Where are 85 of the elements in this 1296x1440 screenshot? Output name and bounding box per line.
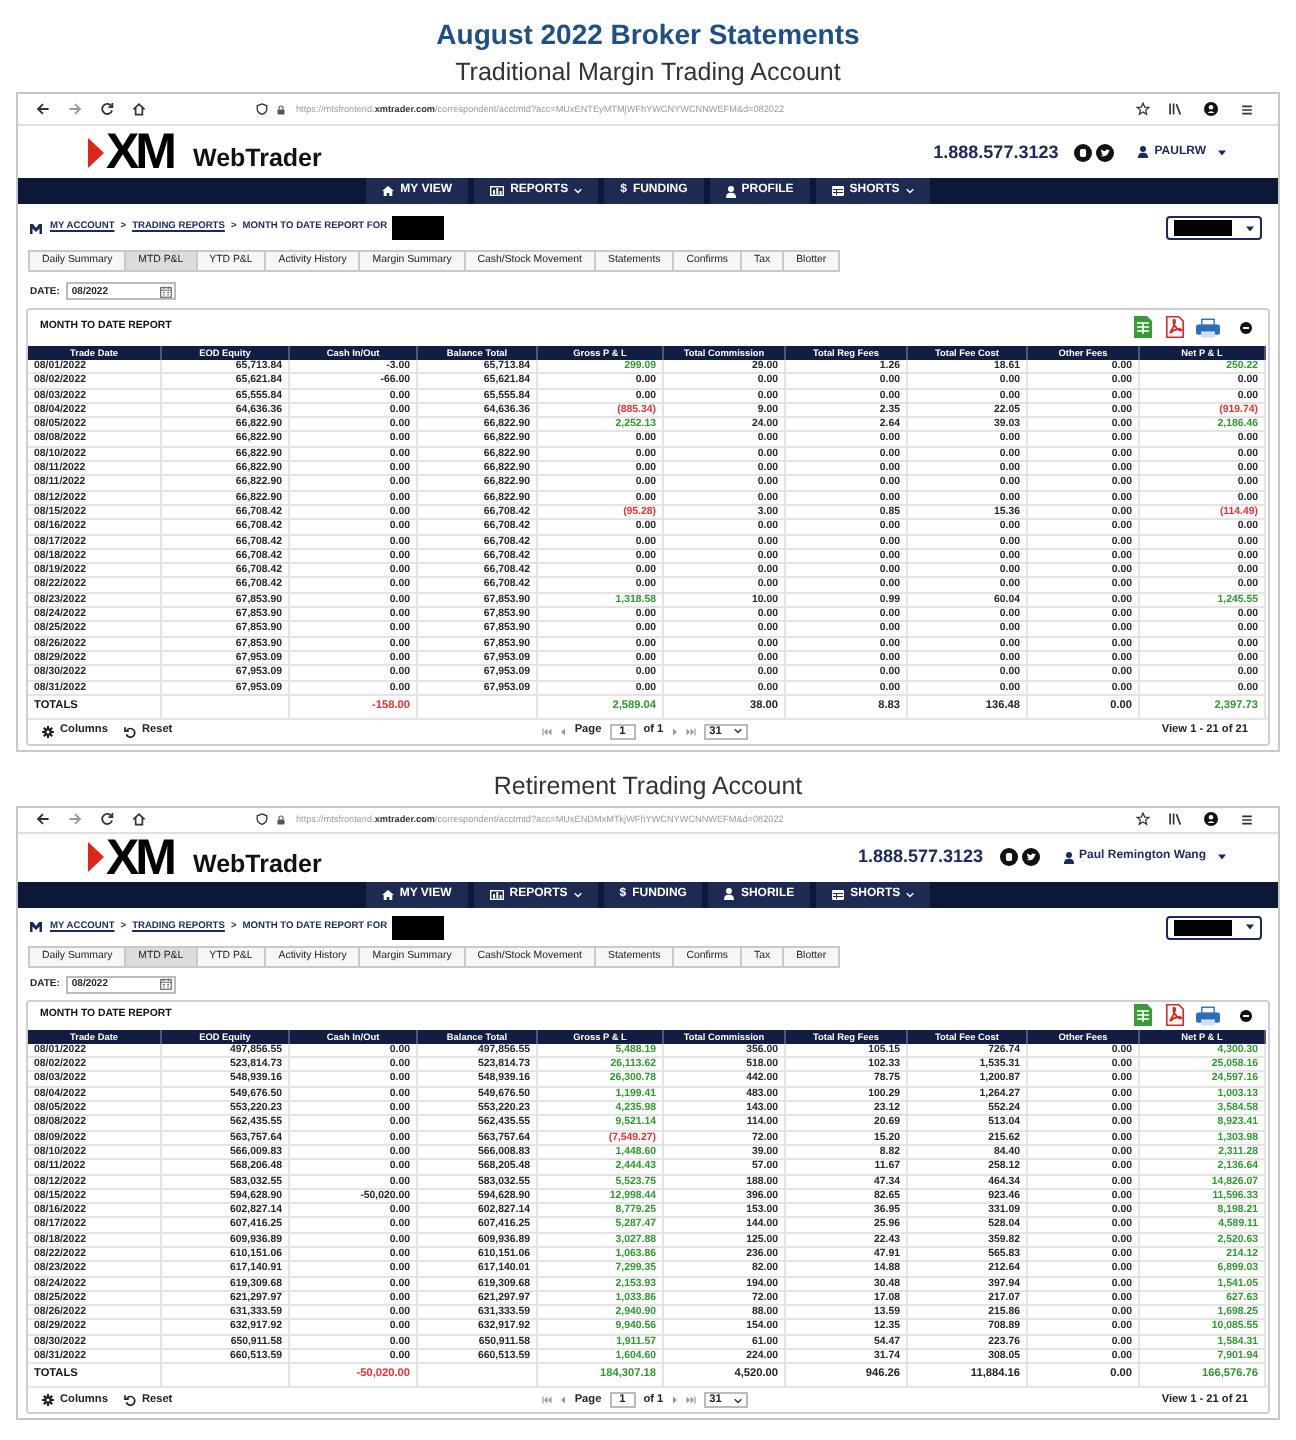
shield-icon [256,102,268,116]
forward-arrow-icon[interactable] [68,102,82,116]
circle-icon[interactable] [1074,143,1093,161]
caret-icon [905,188,914,194]
spreadsheet-icon[interactable] [1134,1003,1152,1026]
library-icon[interactable] [1168,102,1182,116]
next-page-icon[interactable] [671,727,678,736]
caret-icon [906,891,915,898]
printer-icon[interactable] [1196,1005,1220,1026]
first-page-icon[interactable] [542,727,553,736]
last-page-icon[interactable] [685,727,696,736]
home-icon [382,186,395,196]
forward-arrow-icon[interactable] [68,812,82,827]
document-icon[interactable] [1166,1003,1184,1026]
logo-text: XM [106,130,173,174]
redaction-bar [391,216,444,240]
star-icon[interactable] [1136,102,1150,116]
home-icon[interactable] [132,812,146,827]
menu-icon[interactable] [1240,103,1254,115]
back-arrow-icon[interactable] [36,102,50,116]
redaction-bar [391,915,444,940]
document-icon[interactable] [1166,316,1184,338]
circle-icon[interactable] [999,848,1018,867]
account-title: Retirement Trading Account [493,771,803,802]
account-title: Traditional Margin Trading Account [455,58,841,88]
prev-page-icon[interactable] [560,1396,567,1405]
caret-icon [733,1397,742,1404]
prev-page-icon[interactable] [560,727,567,736]
minus-circle-icon[interactable] [1240,322,1252,334]
account-icon[interactable] [1204,812,1218,827]
library-icon[interactable] [1168,812,1182,827]
gear-icon [42,1394,54,1407]
person-icon [724,888,735,901]
bar-chart-icon [490,186,505,196]
table-icon [831,186,844,196]
lock-icon [276,813,286,826]
printer-icon[interactable] [1196,318,1220,338]
caret-icon [574,188,583,194]
person-icon [1138,146,1149,158]
caret-icon [733,728,742,735]
gear-icon [42,725,54,738]
phone-number: 1.888.577.3123 [933,141,1059,163]
next-page-icon[interactable] [671,1396,678,1405]
caret-icon [1246,924,1254,931]
undo-icon [123,1394,136,1407]
undo-icon [123,725,136,738]
spreadsheet-icon[interactable] [1134,316,1152,338]
logo-text: XM [106,835,173,880]
star-icon[interactable] [1136,812,1150,827]
bar-chart-icon [489,889,504,900]
minus-circle-icon[interactable] [1240,1009,1252,1022]
logo-mark-icon [30,922,42,933]
bird-icon[interactable] [1021,848,1040,867]
caret-icon [1218,149,1226,155]
first-page-icon[interactable] [542,1396,553,1405]
back-arrow-icon[interactable] [36,812,50,827]
person-icon [725,185,736,197]
caret-icon [1218,854,1226,861]
lock-icon [276,103,286,115]
triangle-icon [88,842,104,873]
account-icon[interactable] [1204,102,1218,116]
last-page-icon[interactable] [685,1396,696,1405]
menu-icon[interactable] [1240,813,1254,826]
app-title: WebTrader [193,849,322,878]
redaction-bar [1174,919,1232,936]
triangle-icon [88,137,104,167]
account-select[interactable] [1166,216,1262,240]
app-title: WebTrader [193,144,322,172]
calendar-icon [159,285,172,297]
page-title: August 2022 Broker Statements [436,18,860,52]
phone-number: 1.888.577.3123 [857,846,984,869]
home-icon [381,889,394,900]
bird-icon[interactable] [1096,143,1115,161]
redaction-bar [1174,220,1232,236]
person-icon [1063,851,1074,864]
table-icon [832,889,845,900]
calendar-icon [159,978,172,991]
reload-icon[interactable] [100,102,114,116]
shield-icon [256,812,268,827]
reload-icon[interactable] [100,812,114,827]
home-icon[interactable] [132,102,146,116]
account-select[interactable] [1166,915,1262,940]
logo-mark-icon [30,223,42,233]
caret-icon [1246,225,1254,231]
caret-icon [573,891,582,898]
